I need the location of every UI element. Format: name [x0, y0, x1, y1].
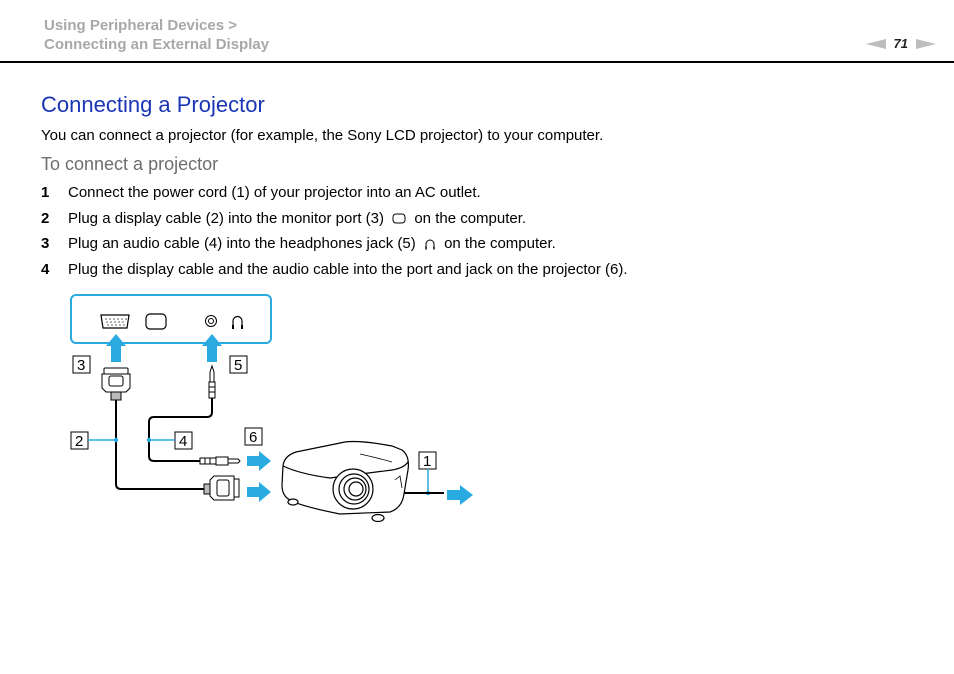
display-cable: [115, 400, 207, 490]
callout-4-label: 4: [179, 433, 187, 450]
projector-connection-diagram: 3 5 2 4 6 1: [70, 294, 473, 523]
callout-3-label: 3: [77, 357, 85, 374]
callout-1-label: 1: [423, 453, 431, 470]
projector-icon: [281, 440, 409, 523]
callout-4: 4: [174, 431, 193, 450]
computer-port-panel: [70, 294, 272, 344]
headphone-jack-icon: [205, 315, 217, 327]
callout-1: 1: [418, 451, 437, 470]
callout-2-label: 2: [75, 433, 83, 450]
audio-cable: [148, 398, 213, 462]
callout-6: 6: [244, 427, 263, 446]
vga-plug-icon: [101, 367, 131, 401]
callout-2: 2: [70, 431, 89, 450]
callout-6-label: 6: [249, 429, 257, 446]
callout-5: 5: [229, 355, 248, 374]
audio-plug-icon: [208, 364, 216, 399]
monitor-port-symbol-icon: [145, 313, 167, 330]
callout-3: 3: [72, 355, 91, 374]
vga-plug-bottom-icon: [203, 475, 240, 501]
audio-plug-bottom-icon: [199, 456, 241, 466]
callout-5-label: 5: [234, 357, 242, 374]
vga-port-icon: [100, 314, 130, 329]
